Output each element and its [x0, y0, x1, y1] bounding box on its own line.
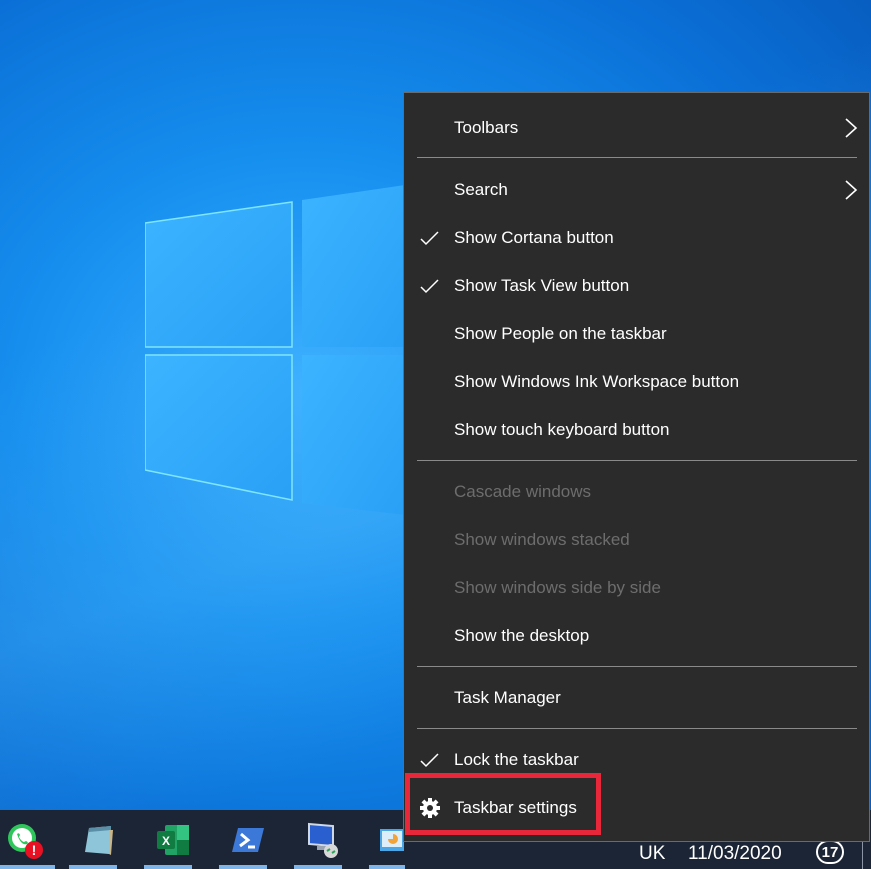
menu-item-label: Cascade windows: [454, 482, 592, 501]
menu-item-cascade-windows: Cascade windows: [404, 472, 869, 512]
excel-icon: X: [157, 825, 189, 855]
menu-item-show-people[interactable]: Show People on the taskbar: [404, 314, 869, 354]
taskbar-app-powershell[interactable]: [228, 820, 268, 860]
remote-desktop-icon: [308, 822, 338, 858]
menu-item-label: Show Cortana button: [454, 228, 614, 247]
windows-logo: [145, 185, 405, 515]
menu-item-label: Show Task View button: [454, 276, 630, 295]
app-icon: [380, 829, 404, 851]
checkmark-icon: [420, 753, 439, 768]
menu-item-label: Show Windows Ink Workspace button: [454, 372, 740, 391]
menu-item-search[interactable]: Search: [404, 170, 869, 210]
chevron-right-icon: [845, 180, 858, 200]
menu-item-show-windows-stacked: Show windows stacked: [404, 520, 869, 560]
running-indicator: [0, 865, 55, 869]
taskbar-context-menu: Toolbars Search Show Cortana button Show…: [403, 92, 870, 842]
menu-item-label: Search: [454, 180, 508, 199]
menu-item-show-cortana-button[interactable]: Show Cortana button: [404, 218, 869, 258]
chevron-right-icon: [845, 118, 858, 138]
menu-item-label: Show the desktop: [454, 626, 590, 645]
checkmark-icon: [420, 231, 439, 246]
menu-item-label: Show windows side by side: [454, 578, 661, 597]
whatsapp-icon: !: [8, 824, 43, 859]
menu-item-label: Show windows stacked: [454, 530, 630, 549]
menu-item-show-touch-keyboard[interactable]: Show touch keyboard button: [404, 410, 869, 450]
taskbar-app-whatsapp[interactable]: !: [4, 820, 44, 860]
menu-item-show-task-view-button[interactable]: Show Task View button: [404, 266, 869, 306]
menu-separator: [417, 728, 857, 729]
taskbar-app-excel[interactable]: X: [153, 820, 193, 860]
clock-date[interactable]: 11/03/2020: [688, 843, 782, 865]
running-indicator: [144, 865, 192, 869]
running-indicator: [369, 865, 405, 869]
menu-item-show-windows-side-by-side: Show windows side by side: [404, 568, 869, 608]
menu-item-label: Task Manager: [454, 688, 561, 707]
menu-item-show-the-desktop[interactable]: Show the desktop: [404, 616, 869, 656]
running-indicator: [294, 865, 342, 869]
powershell-icon: [232, 828, 264, 852]
menu-item-show-windows-ink[interactable]: Show Windows Ink Workspace button: [404, 362, 869, 402]
menu-item-label: Show People on the taskbar: [454, 324, 667, 343]
taskbar-app-other[interactable]: [378, 820, 404, 860]
menu-item-task-manager[interactable]: Task Manager: [404, 678, 869, 718]
menu-separator: [417, 666, 857, 667]
menu-separator: [417, 460, 857, 461]
menu-item-label: Toolbars: [454, 118, 519, 137]
svg-text:!: !: [32, 842, 37, 858]
running-indicator: [219, 865, 267, 869]
show-desktop-divider[interactable]: [862, 842, 863, 869]
running-indicator: [69, 865, 117, 869]
notepad-icon: [85, 826, 113, 855]
svg-text:X: X: [162, 834, 170, 848]
menu-item-label: Show touch keyboard button: [454, 420, 670, 439]
language-indicator[interactable]: UK: [639, 843, 665, 865]
notification-count: 17: [821, 843, 839, 861]
menu-item-toolbars[interactable]: Toolbars: [404, 108, 869, 148]
notification-center-button[interactable]: 17: [816, 840, 844, 864]
menu-separator: [417, 157, 857, 158]
checkmark-icon: [420, 279, 439, 294]
menu-item-label: Lock the taskbar: [454, 750, 579, 769]
taskbar-app-remote-desktop[interactable]: [303, 820, 343, 860]
highlight-box: [405, 773, 601, 835]
taskbar-app-notepad[interactable]: [79, 820, 119, 860]
